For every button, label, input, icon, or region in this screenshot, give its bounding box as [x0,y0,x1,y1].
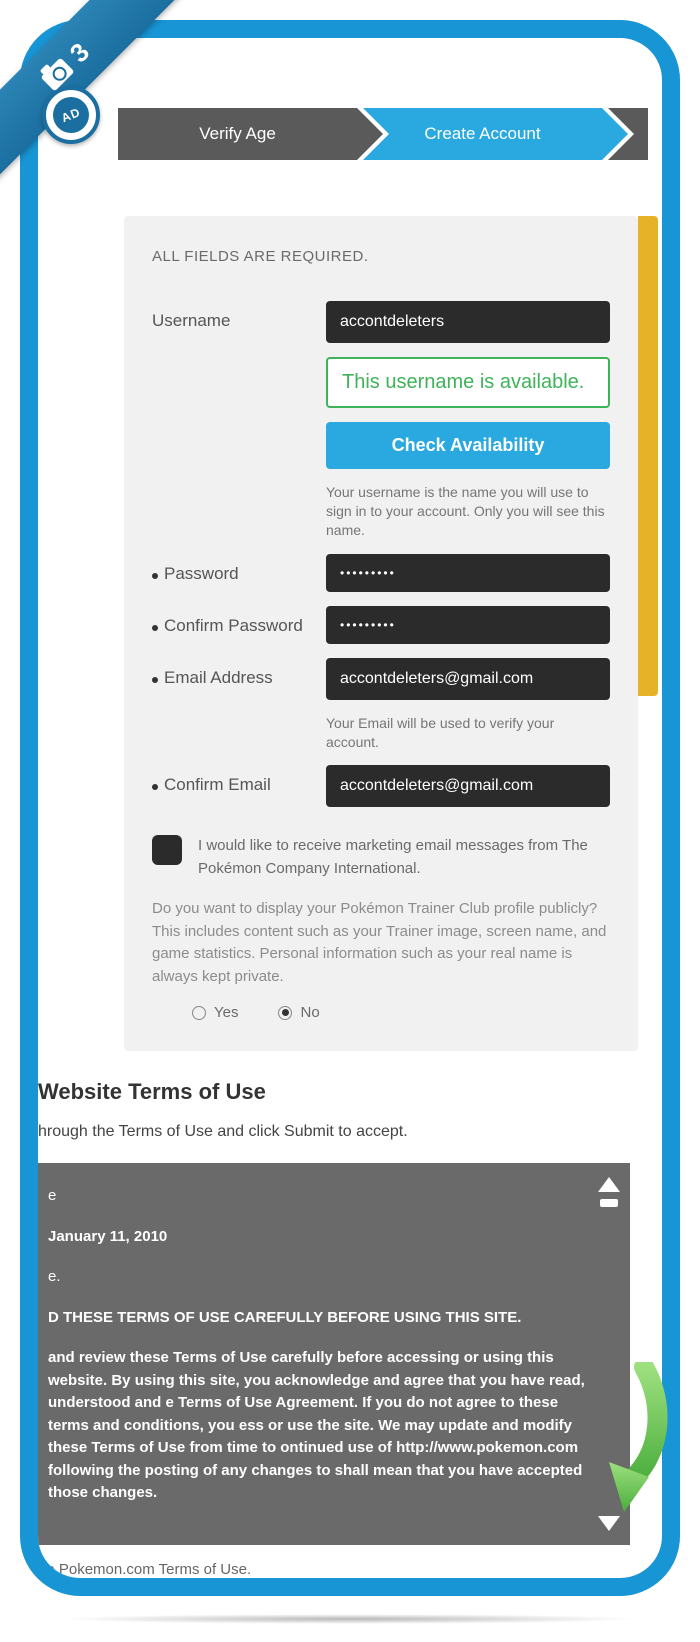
step-verify-age[interactable]: Verify Age [118,108,357,160]
step-label: Create Account [424,124,540,144]
email-hint: Your Email will be used to verify your a… [326,714,610,752]
public-profile-question: Do you want to display your Pokémon Trai… [152,898,610,988]
step-label: Verify Age [199,124,276,144]
frame-shadow [60,1614,640,1624]
bullet-icon [152,784,158,790]
row-confirm-password: Confirm Password [152,606,610,644]
terms-date: January 11, 2010 [48,1226,594,1249]
label-username: Username [152,301,326,331]
public-profile-radios: Yes No [152,1004,610,1021]
progress-steps: Verify Age Create Account [118,108,648,160]
terms-line: e [48,1185,594,1208]
scroll-thumb[interactable] [600,1199,618,1207]
label-email: Email Address [152,658,326,688]
row-username: Username This username is available. Che… [152,301,610,540]
terms-caps: D THESE TERMS OF USE CAREFULLY BEFORE US… [48,1307,594,1330]
form-panel: ALL FIELDS ARE REQUIRED. Username This u… [124,216,638,1051]
marketing-text: I would like to receive marketing email … [198,835,610,880]
marketing-checkbox[interactable] [152,835,182,865]
username-hint: Your username is the name you will use t… [326,483,610,540]
terms-title: Website Terms of Use [38,1079,642,1105]
radio-no[interactable]: No [278,1004,319,1021]
confirm-email-input[interactable] [326,765,610,807]
scroll-down-icon[interactable] [598,1516,620,1531]
confirm-password-input[interactable] [326,606,610,644]
terms-para: and review these Terms of Use carefully … [48,1347,594,1505]
scroll-up-icon[interactable] [598,1177,620,1192]
ad-badge: AD [42,86,100,144]
radio-icon [192,1006,206,1020]
bullet-icon [152,625,158,631]
ad-badge-text: AD [48,92,95,139]
marketing-checkbox-row: I would like to receive marketing email … [152,835,610,880]
label-confirm-password: Confirm Password [152,606,326,636]
row-email: Email Address Your Email will be used to… [152,658,610,752]
username-input[interactable] [326,301,610,343]
label-password: Password [152,554,326,584]
yellow-stripe [638,216,658,696]
device-frame: Verify Age Create Account ALL FIELDS ARE… [20,20,680,1596]
availability-message: This username is available. [326,357,610,408]
terms-agree-text: ne Pokemon.com Terms of Use. [38,1561,642,1578]
bullet-icon [152,573,158,579]
password-input[interactable] [326,554,610,592]
radio-icon [278,1006,292,1020]
terms-line: e. [48,1266,594,1289]
form-panel-wrap: ALL FIELDS ARE REQUIRED. Username This u… [124,216,658,1051]
row-password: Password [152,554,610,592]
terms-scrollbox[interactable]: e January 11, 2010 e. D THESE TERMS OF U… [38,1163,630,1545]
required-notice: ALL FIELDS ARE REQUIRED. [152,248,610,265]
email-input[interactable] [326,658,610,700]
radio-yes[interactable]: Yes [192,1004,238,1021]
step-create-account[interactable]: Create Account [363,108,602,160]
label-confirm-email: Confirm Email [152,765,326,795]
bullet-icon [152,677,158,683]
terms-section: Website Terms of Use hrough the Terms of… [38,1079,662,1596]
terms-instruction: hrough the Terms of Use and click Submit… [38,1123,642,1141]
check-availability-button[interactable]: Check Availability [326,422,610,469]
row-confirm-email: Confirm Email [152,765,610,807]
content-area: Verify Age Create Account ALL FIELDS ARE… [38,38,662,1578]
